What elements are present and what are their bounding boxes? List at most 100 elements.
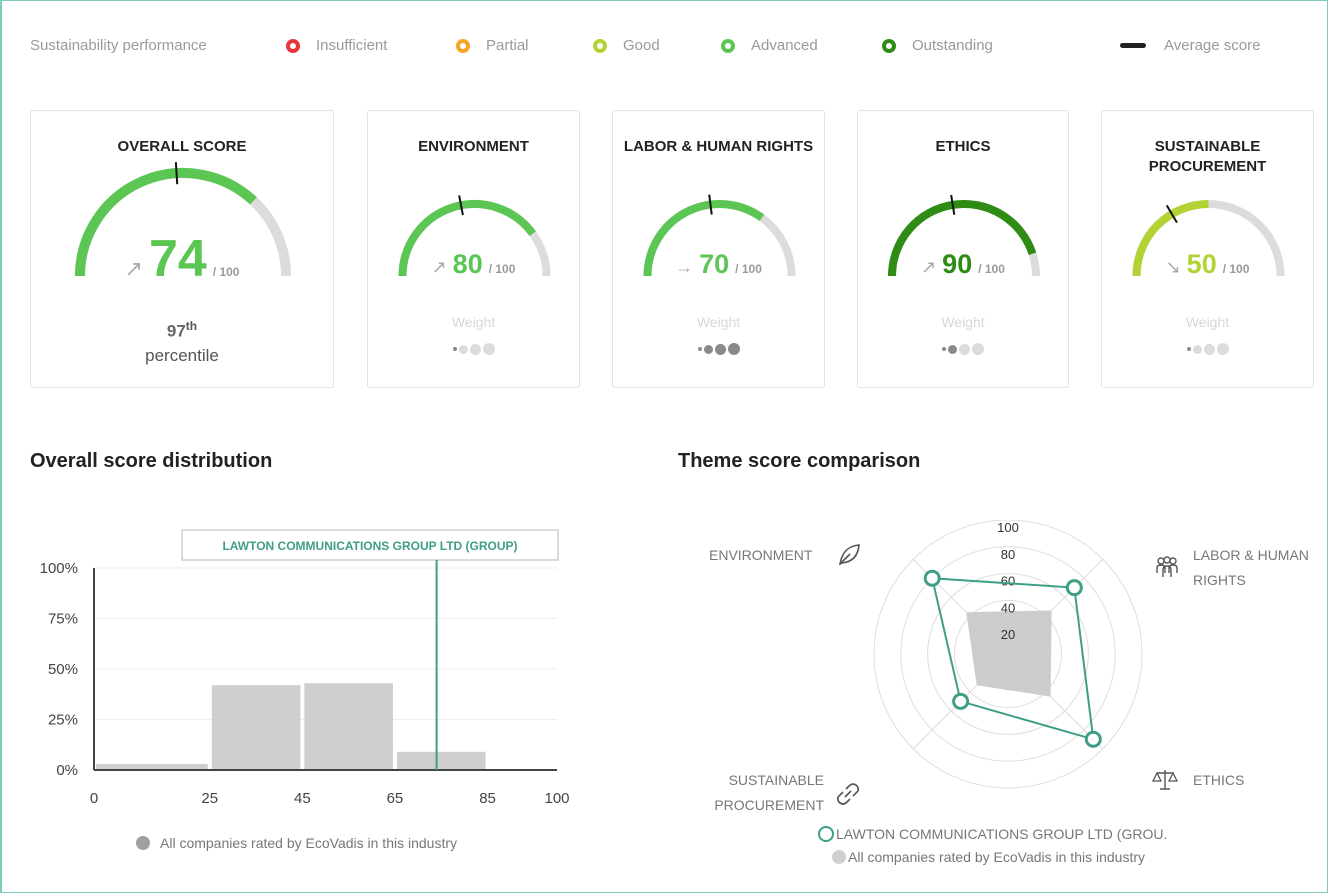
score-max: / 100: [488, 262, 516, 276]
axis-ethics: ETHICS: [1193, 768, 1244, 793]
procurement-score-value: 50: [1186, 249, 1217, 279]
distribution-bar: [396, 751, 486, 770]
x-tick-label: 45: [294, 790, 311, 807]
weight-dot: [1216, 343, 1229, 355]
weight-indicator: [368, 343, 579, 355]
overall-score-value: 74: [148, 230, 207, 288]
radar-legend-company: LAWTON COMMUNICATIONS GROUP LTD (GROU.: [818, 826, 1167, 842]
labor-gauge: [643, 194, 796, 277]
weight-dot: [1203, 343, 1215, 355]
leaf-icon: [838, 544, 860, 566]
weight-dot: [458, 344, 468, 354]
y-tick-label: 100%: [40, 560, 78, 577]
y-tick-label: 50%: [48, 661, 78, 678]
x-tick-label: 25: [201, 790, 218, 807]
environment-card[interactable]: ENVIRONMENT ↗ 80 / 100 Weight: [367, 110, 580, 388]
radar-legend-industry: All companies rated by EcoVadis in this …: [832, 849, 1145, 865]
legend-label: Outstanding: [912, 37, 993, 54]
axis-label: SUSTAINABLE: [728, 772, 824, 788]
score-display: ↗ 90 / 100: [858, 249, 1068, 280]
legend-good: Good: [593, 37, 660, 54]
industry-area: [966, 610, 1052, 697]
legend-label: LAWTON COMMUNICATIONS GROUP LTD (GROU.: [836, 826, 1168, 842]
comparison-title: Theme score comparison: [678, 450, 921, 472]
percentile-number: 97: [166, 321, 186, 341]
legend-average: Average score: [1120, 37, 1260, 54]
legend-label: Insufficient: [316, 37, 388, 54]
axis-environment: ENVIRONMENT: [709, 543, 812, 568]
axis-procurement: SUSTAINABLE PROCUREMENT: [703, 768, 824, 818]
legend-title: Sustainability performance: [30, 37, 207, 54]
performance-legend: Sustainability performance Insufficient …: [30, 37, 1300, 57]
trend-arrow-icon: ↘: [1165, 257, 1181, 277]
trend-arrow-icon: →: [675, 257, 694, 277]
score-display: ↘ 50 / 100: [1102, 249, 1313, 280]
link-icon: [836, 783, 860, 805]
x-tick-label: 0: [90, 790, 98, 807]
y-tick-label: 75%: [48, 611, 78, 628]
distribution-bar: [211, 685, 301, 770]
score-display: ↗ 80 / 100: [368, 249, 579, 280]
overall-score-card[interactable]: OVERALL SCORE ↗ 74 / 100 97th percentile: [30, 110, 334, 388]
weight-dot: [1186, 347, 1191, 351]
industry-fill-icon: [832, 850, 846, 864]
card-title: LABOR & HUMAN RIGHTS: [623, 138, 814, 155]
x-tick-label: 100: [544, 790, 569, 807]
weight-indicator: [858, 343, 1068, 355]
weight-label: Weight: [696, 314, 741, 330]
axis-label: ETHICS: [1193, 772, 1245, 788]
weight-dot: [452, 347, 457, 351]
weight-dot: [703, 344, 713, 354]
score-distribution-chart: LAWTON COMMUNICATIONS GROUP LTD (GROUP) …: [40, 529, 570, 807]
axis-label: LABOR & HUMAN: [1193, 547, 1309, 563]
company-point: [952, 692, 970, 710]
company-ring-icon: [818, 826, 834, 842]
scale-icon: [1152, 770, 1178, 790]
environment-gauge: [398, 195, 551, 277]
ring-label: 80: [1001, 547, 1015, 562]
average-marker: [708, 194, 713, 215]
x-tick-label: 65: [387, 790, 404, 807]
score-display: → 70 / 100: [613, 249, 824, 280]
weight-dot: [1192, 344, 1202, 354]
score-max: / 100: [212, 265, 240, 279]
average-marker: [174, 162, 179, 185]
legend-advanced: Advanced: [721, 37, 818, 54]
weight-dot: [942, 347, 946, 351]
company-point: [1065, 579, 1083, 597]
card-title: ENVIRONMENT: [418, 138, 529, 155]
ethics-gauge: [888, 194, 1040, 277]
partial-dot-icon: [456, 38, 470, 53]
legend-outstanding: Outstanding: [882, 37, 993, 54]
outstanding-dot-icon: [882, 38, 896, 53]
insufficient-dot-icon: [286, 38, 300, 53]
legend-label: Partial: [486, 37, 529, 54]
x-tick-label: 85: [479, 790, 496, 807]
weight-label: Weight: [1185, 314, 1230, 330]
sustainable-procurement-card[interactable]: SUSTAINABLE PROCUREMENT ↘ 50 / 100 Weigh…: [1101, 110, 1314, 388]
score-max: / 100: [1222, 262, 1250, 276]
legend-label: Good: [623, 37, 660, 54]
trend-arrow-icon: ↗: [431, 257, 447, 277]
weight-dot: [959, 343, 970, 355]
advanced-dot-icon: [721, 38, 735, 53]
trend-arrow-icon: ↗: [921, 257, 937, 277]
labor-score-value: 70: [699, 249, 730, 279]
ring-label: 40: [1001, 600, 1015, 615]
legend-label: Average score: [1164, 37, 1261, 54]
legend-label: All companies rated by EcoVadis in this …: [848, 849, 1145, 865]
weight-dot: [948, 344, 957, 354]
percentile: 97th percentile: [31, 314, 333, 368]
card-title: OVERALL SCORE: [117, 138, 247, 155]
distribution-bar: [304, 683, 393, 770]
company-point: [1084, 730, 1102, 748]
legend-label: All companies rated by EcoVadis in this …: [160, 835, 457, 851]
procurement-gauge: [1132, 200, 1285, 277]
ring-label: 20: [1001, 627, 1015, 642]
labor-human-rights-card[interactable]: LABOR & HUMAN RIGHTS → 70 / 100 Weight: [612, 110, 825, 388]
company-label: LAWTON COMMUNICATIONS GROUP LTD (GROUP): [222, 539, 517, 553]
weight-label: Weight: [941, 314, 985, 330]
industry-dot-icon: [136, 836, 150, 850]
ethics-card[interactable]: ETHICS ↗ 90 / 100 Weight: [857, 110, 1069, 388]
ring-label: 60: [1001, 574, 1015, 589]
